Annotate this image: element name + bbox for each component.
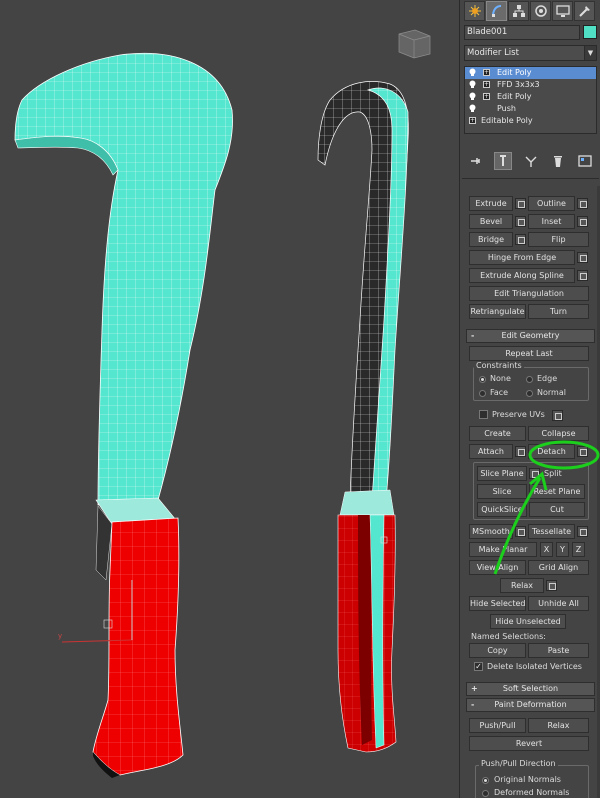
annotation-overlay [493,440,600,575]
viewcube [398,29,431,59]
machete-front-view [14,52,233,778]
viewport-scene [14,29,431,778]
command-panel: Blade001 Modifier List ▼ + Edit Poly + F… [459,0,600,798]
perspective-viewport[interactable]: y [0,0,459,798]
y-axis-label: y [58,632,63,640]
machete-side-view [317,81,409,753]
